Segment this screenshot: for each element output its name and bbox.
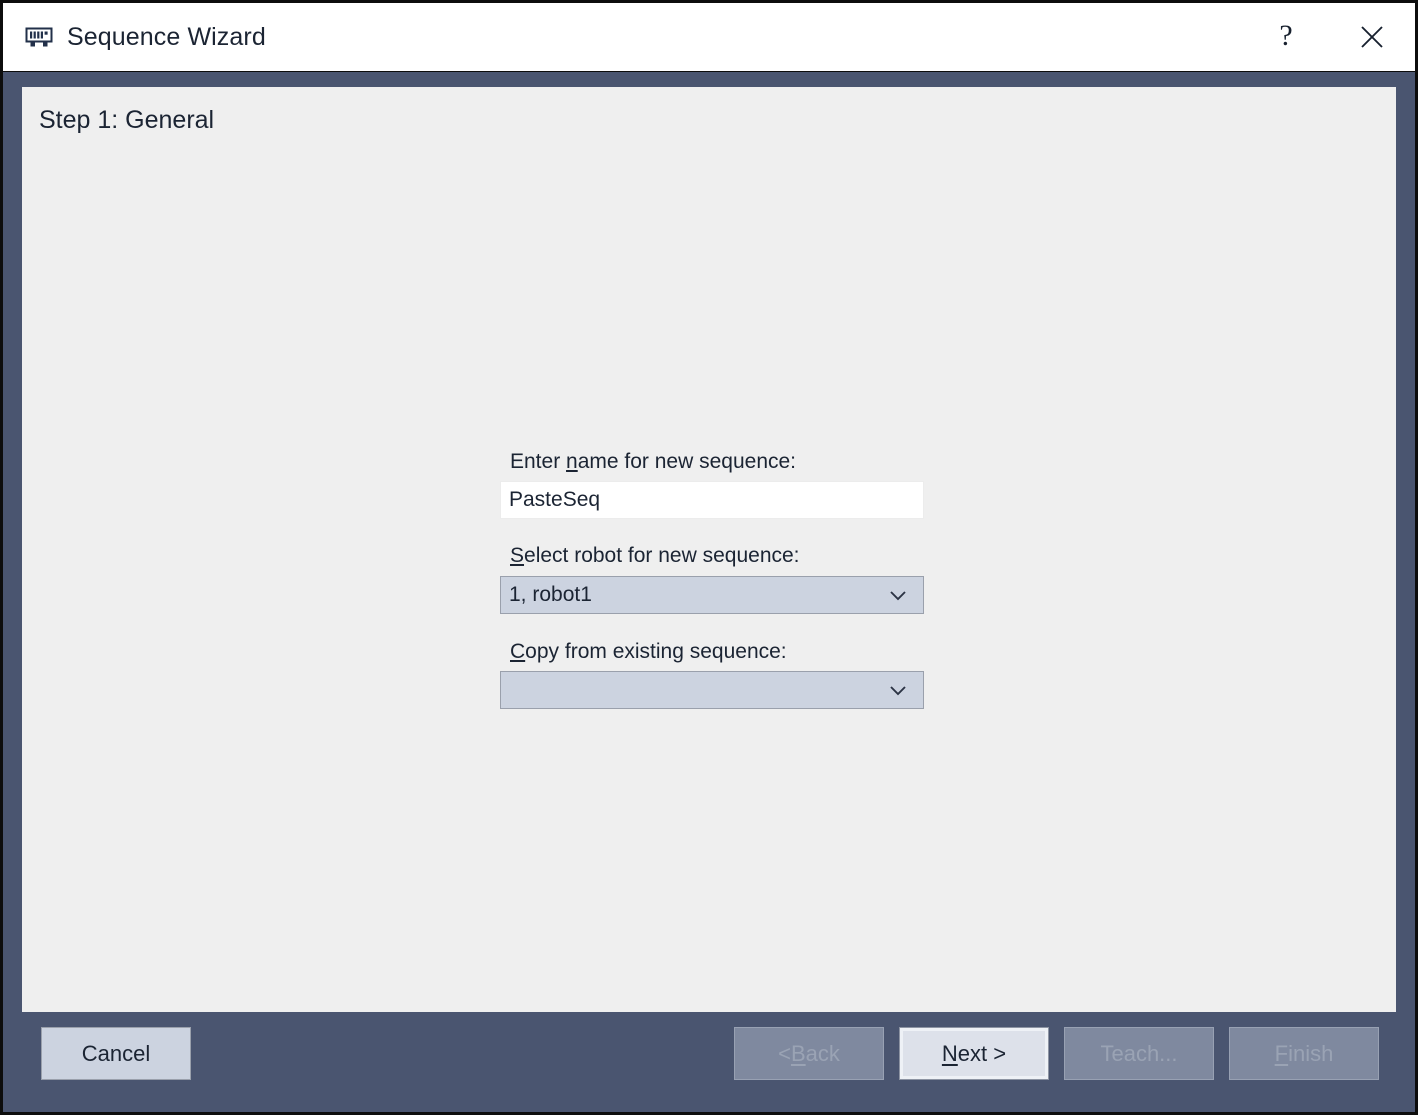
back-button-label-after: ack: [806, 1041, 840, 1067]
copy-sequence-combobox[interactable]: [500, 671, 924, 709]
title-bar-buttons: ?: [1243, 3, 1415, 71]
cancel-button[interactable]: Cancel: [41, 1027, 191, 1080]
content-panel: Step 1: General Enter name for new seque…: [22, 87, 1396, 1013]
back-button-label-accel: B: [791, 1041, 806, 1067]
sequence-wizard-window: Sequence Wizard ? Step 1: General Enter …: [0, 0, 1418, 1115]
next-button[interactable]: Next >: [899, 1027, 1049, 1080]
sequence-name-label: Enter name for new sequence:: [510, 449, 924, 475]
title-bar-left: Sequence Wizard: [3, 23, 266, 52]
wizard-footer: Cancel < Back Next > Teach... Finish: [3, 1012, 1415, 1112]
wizard-frame: Step 1: General Enter name for new seque…: [3, 72, 1415, 1012]
sequence-name-label-accel: n: [566, 450, 578, 473]
back-button-label-before: <: [778, 1041, 791, 1067]
spacer: [500, 614, 924, 639]
wizard-form: Enter name for new sequence: Select robo…: [500, 449, 924, 709]
help-icon[interactable]: ?: [1243, 3, 1329, 71]
next-button-label-accel: N: [942, 1041, 958, 1067]
sequence-name-label-after: ame for new sequence:: [578, 450, 796, 473]
robot-select-label-after: elect robot for new sequence:: [524, 544, 800, 567]
sequence-name-label-before: Enter: [510, 450, 566, 473]
finish-button-label-accel: F: [1275, 1041, 1288, 1067]
finish-button-label-after: inish: [1288, 1041, 1333, 1067]
next-button-label-after: ext >: [958, 1041, 1006, 1067]
chevron-down-icon[interactable]: [885, 677, 911, 703]
teach-button-label-before: Teach...: [1100, 1041, 1177, 1067]
title-bar: Sequence Wizard ?: [3, 3, 1415, 72]
teach-button[interactable]: Teach...: [1064, 1027, 1214, 1080]
robot-select-label: Select robot for new sequence:: [510, 543, 924, 569]
close-icon[interactable]: [1329, 3, 1415, 71]
copy-sequence-label-accel: C: [510, 640, 525, 663]
window-title: Sequence Wizard: [67, 23, 266, 52]
spacer: [500, 519, 924, 543]
robot-select-label-accel: S: [510, 544, 524, 567]
copy-sequence-label-after: opy from existing sequence:: [525, 640, 786, 663]
copy-sequence-label: Copy from existing sequence:: [510, 639, 924, 665]
finish-button[interactable]: Finish: [1229, 1027, 1379, 1080]
cancel-button-label-before: Cancel: [82, 1041, 150, 1067]
sequence-name-input[interactable]: [500, 481, 924, 519]
memory-module-icon: [25, 23, 53, 51]
page-title: Step 1: General: [39, 106, 214, 135]
robot-select-value: 1, robot1: [509, 583, 885, 607]
close-glyph: [1357, 22, 1387, 52]
back-button[interactable]: < Back: [734, 1027, 884, 1080]
robot-select-combobox[interactable]: 1, robot1: [500, 576, 924, 614]
chevron-down-icon[interactable]: [885, 582, 911, 608]
